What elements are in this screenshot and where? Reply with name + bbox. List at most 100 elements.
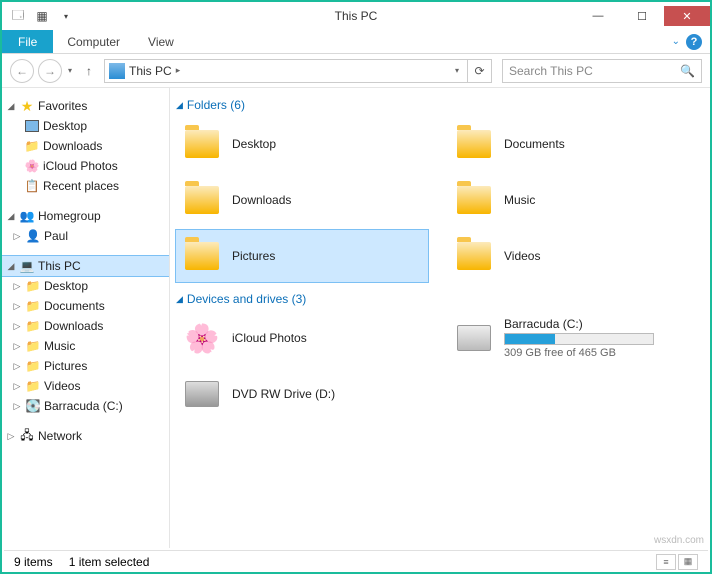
watermark: wsxdn.com	[654, 535, 704, 546]
folder-icon	[185, 186, 219, 214]
sidebar-item-downloads[interactable]: ▷📁Downloads	[2, 316, 169, 336]
recent-icon: 📋	[24, 178, 40, 194]
folder-icon: 📁	[25, 278, 41, 294]
collapse-icon[interactable]: ◢	[6, 101, 16, 112]
help-icon[interactable]: ?	[686, 34, 702, 50]
folder-icon	[457, 130, 491, 158]
collapse-icon[interactable]: ◢	[176, 294, 183, 305]
sidebar-item-music[interactable]: ▷📁Music	[2, 336, 169, 356]
history-dropdown-icon[interactable]: ▾	[66, 66, 74, 75]
drive-icloud-photos[interactable]: 🌸 iCloud Photos	[176, 312, 428, 364]
expand-icon[interactable]: ▷	[12, 281, 22, 292]
folder-documents[interactable]: Documents	[448, 118, 700, 170]
folder-icon: 📁	[25, 318, 41, 334]
location-icon	[109, 63, 125, 79]
folders-section-header[interactable]: ◢ Folders (6)	[176, 98, 700, 112]
expand-icon[interactable]: ▷	[12, 381, 22, 392]
drives-section-header[interactable]: ◢ Devices and drives (3)	[176, 292, 700, 306]
folder-icon	[185, 242, 219, 270]
file-tab[interactable]: File	[2, 30, 53, 53]
sidebar-this-pc[interactable]: ◢ 💻 This PC	[2, 256, 169, 276]
sidebar-item-paul[interactable]: ▷👤Paul	[2, 226, 169, 246]
dvd-drive-icon	[185, 381, 219, 407]
drive-dvd-rw[interactable]: DVD RW Drive (D:)	[176, 368, 428, 420]
up-button[interactable]: ↑	[78, 60, 100, 82]
address-dropdown-icon[interactable]: ▾	[451, 66, 463, 75]
expand-icon[interactable]: ▷	[12, 361, 22, 372]
folder-icon	[185, 130, 219, 158]
window-title: This PC	[335, 9, 378, 23]
sidebar-item-barracuda[interactable]: ▷💽Barracuda (C:)	[2, 396, 169, 416]
collapse-icon[interactable]: ◢	[6, 211, 16, 222]
sidebar-favorites[interactable]: ◢ ★ Favorites	[2, 96, 169, 116]
folder-icon: 📁	[24, 138, 40, 154]
expand-ribbon-icon[interactable]: ⌄	[666, 30, 686, 53]
search-input[interactable]: Search This PC 🔍	[502, 59, 702, 83]
sidebar-item-desktop[interactable]: Desktop	[2, 116, 169, 136]
new-folder-icon[interactable]: ▦	[32, 6, 52, 26]
folder-icon	[457, 186, 491, 214]
folder-pictures[interactable]: Pictures	[176, 230, 428, 282]
content-pane: ◢ Folders (6) Desktop Documents Download…	[170, 88, 710, 548]
desktop-icon	[24, 118, 40, 134]
maximize-button[interactable]: ☐	[620, 6, 664, 26]
star-icon: ★	[19, 98, 35, 114]
folder-music[interactable]: Music	[448, 174, 700, 226]
homegroup-icon: 👥	[19, 208, 35, 224]
expand-icon[interactable]: ▷	[12, 231, 22, 242]
item-count: 9 items	[14, 555, 53, 569]
tiles-view-button[interactable]: ▦	[678, 554, 698, 570]
icloud-icon: 🌸	[24, 158, 40, 174]
ribbon-tabs: File Computer View ⌄ ?	[2, 30, 710, 54]
folder-desktop[interactable]: Desktop	[176, 118, 428, 170]
view-tab[interactable]: View	[134, 30, 188, 53]
forward-button[interactable]: →	[38, 59, 62, 83]
refresh-button[interactable]: ⟳	[468, 59, 492, 83]
folder-downloads[interactable]: Downloads	[176, 174, 428, 226]
sidebar-item-recent[interactable]: 📋Recent places	[2, 176, 169, 196]
icloud-photos-icon: 🌸	[182, 318, 222, 358]
close-button[interactable]: ✕	[664, 6, 710, 26]
collapse-icon[interactable]: ◢	[6, 261, 16, 272]
breadcrumb-text[interactable]: This PC	[129, 64, 172, 78]
main-area: ◢ ★ Favorites Desktop 📁Downloads 🌸iCloud…	[2, 88, 710, 548]
drive-usage-bar	[504, 333, 654, 345]
sidebar-item-downloads[interactable]: 📁Downloads	[2, 136, 169, 156]
sidebar-item-desktop[interactable]: ▷📁Desktop	[2, 276, 169, 296]
expand-icon[interactable]: ▷	[12, 341, 22, 352]
drive-icon	[457, 325, 491, 351]
sidebar-item-documents[interactable]: ▷📁Documents	[2, 296, 169, 316]
quick-access-toolbar: 🗔 ▦ ▾	[2, 6, 76, 26]
folder-icon: 📁	[25, 378, 41, 394]
expand-icon[interactable]: ▷	[12, 321, 22, 332]
expand-icon[interactable]: ▷	[12, 401, 22, 412]
computer-tab[interactable]: Computer	[53, 30, 134, 53]
back-button[interactable]: ←	[10, 59, 34, 83]
folder-icon: 📁	[25, 298, 41, 314]
sidebar-homegroup[interactable]: ◢ 👥 Homegroup	[2, 206, 169, 226]
details-view-button[interactable]: ≡	[656, 554, 676, 570]
selection-count: 1 item selected	[69, 555, 150, 569]
sidebar-item-pictures[interactable]: ▷📁Pictures	[2, 356, 169, 376]
expand-icon[interactable]: ▷	[12, 301, 22, 312]
minimize-button[interactable]: —	[576, 6, 620, 26]
qat-dropdown-icon[interactable]: ▾	[56, 6, 76, 26]
folder-videos[interactable]: Videos	[448, 230, 700, 282]
breadcrumb-separator-icon[interactable]: ▸	[176, 65, 181, 76]
expand-icon[interactable]: ▷	[6, 431, 16, 442]
network-icon: 🖧	[19, 428, 35, 444]
folder-icon: 📁	[25, 338, 41, 354]
user-icon: 👤	[25, 228, 41, 244]
address-bar[interactable]: This PC ▸ ▾	[104, 59, 468, 83]
sidebar-network[interactable]: ▷ 🖧 Network	[2, 426, 169, 446]
computer-icon: 💻	[19, 258, 35, 274]
status-bar: 9 items 1 item selected ≡ ▦	[4, 550, 708, 572]
collapse-icon[interactable]: ◢	[176, 100, 183, 111]
window-controls: — ☐ ✕	[576, 6, 710, 26]
search-icon: 🔍	[680, 64, 695, 78]
sidebar-item-videos[interactable]: ▷📁Videos	[2, 376, 169, 396]
properties-icon[interactable]: 🗔	[8, 6, 28, 26]
drive-barracuda-c[interactable]: Barracuda (C:) 309 GB free of 465 GB	[448, 312, 700, 364]
sidebar-item-icloud-photos[interactable]: 🌸iCloud Photos	[2, 156, 169, 176]
drive-icon: 💽	[25, 398, 41, 414]
